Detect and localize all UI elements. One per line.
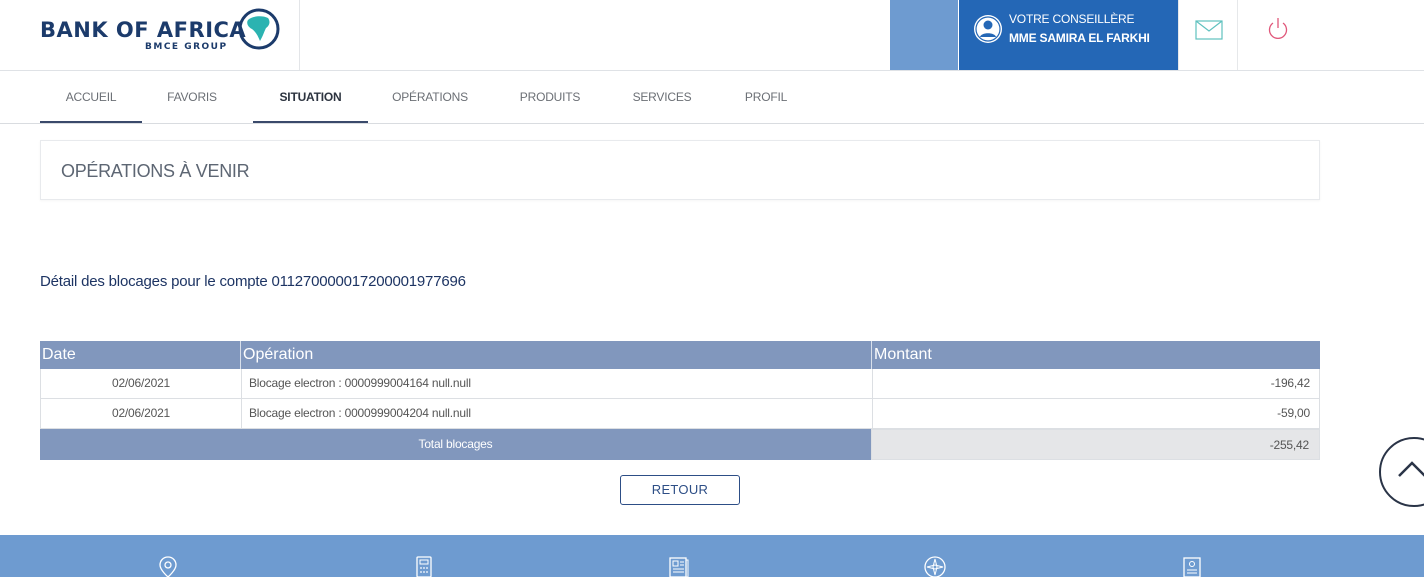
header-accent-block (890, 0, 958, 70)
nav-item-services[interactable]: SERVICES (617, 71, 707, 123)
table-header: Date Opération Montant (40, 341, 1320, 369)
logout-button[interactable] (1238, 0, 1318, 70)
nav-item-accueil[interactable]: ACCUEIL (40, 71, 142, 123)
globe-logo-icon (238, 8, 280, 50)
header: BANK OF AFRICA BMCE GROUP VOTRE CONSEILL… (0, 0, 1424, 71)
table-row: 02/06/2021 Blocage electron : 0000999004… (40, 369, 1320, 399)
cell-operation: Blocage electron : 0000999004204 null.nu… (249, 406, 471, 420)
location-pin-icon[interactable] (156, 555, 180, 579)
mail-button[interactable] (1178, 0, 1238, 70)
scroll-to-top-button[interactable] (1379, 437, 1424, 507)
contact-card-icon[interactable] (1180, 555, 1204, 579)
retour-button[interactable]: RETOUR (620, 475, 740, 505)
nav-item-favoris[interactable]: FAVORIS (150, 71, 234, 123)
cell-divider (241, 369, 242, 398)
table-row: 02/06/2021 Blocage electron : 0000999004… (40, 399, 1320, 429)
power-icon (1268, 18, 1288, 40)
user-circle-icon (974, 15, 1002, 43)
cell-divider (241, 399, 242, 428)
nav-item-operations[interactable]: OPÉRATIONS (380, 71, 480, 123)
total-label: Total blocages (40, 429, 871, 460)
cell-amount: -196,42 (1270, 376, 1311, 390)
logo-text: BANK OF AFRICA (40, 18, 247, 42)
nav-item-produits[interactable]: PRODUITS (505, 71, 595, 123)
cell-date: 02/06/2021 (111, 376, 171, 390)
section-header: OPÉRATIONS À VENIR (40, 140, 1320, 200)
envelope-icon (1195, 20, 1223, 40)
column-header-montant: Montant (874, 346, 932, 363)
cell-amount: -59,00 (1277, 406, 1310, 420)
total-row: Total blocages -255,42 (40, 429, 1320, 460)
advisor-name: MME SAMIRA EL FARKHI (1009, 31, 1150, 45)
main-nav: ACCUEIL FAVORIS SITUATION OPÉRATIONS PRO… (0, 71, 1424, 124)
nav-item-profil[interactable]: PROFIL (730, 71, 802, 123)
calculator-icon[interactable] (412, 555, 436, 579)
column-header-date: Date (42, 346, 76, 363)
document-icon[interactable] (667, 555, 691, 579)
total-value: -255,42 (871, 429, 1320, 460)
header-divider (299, 0, 300, 70)
compass-icon[interactable] (923, 555, 947, 579)
page-title: OPÉRATIONS À VENIR (61, 161, 250, 181)
advisor-panel[interactable]: VOTRE CONSEILLÈRE MME SAMIRA EL FARKHI (959, 0, 1178, 70)
cell-date: 02/06/2021 (111, 406, 171, 420)
advisor-label: VOTRE CONSEILLÈRE (1009, 12, 1135, 26)
cell-operation: Blocage electron : 0000999004164 null.nu… (249, 376, 471, 390)
account-detail-text: Détail des blocages pour le compte 01127… (40, 273, 466, 290)
nav-item-situation[interactable]: SITUATION (253, 71, 368, 123)
logo-subtitle: BMCE GROUP (145, 42, 228, 52)
footer (0, 535, 1424, 579)
column-header-operation: Opération (243, 346, 314, 363)
bank-logo[interactable]: BANK OF AFRICA BMCE GROUP (40, 8, 300, 64)
chevron-up-icon (1398, 461, 1424, 477)
